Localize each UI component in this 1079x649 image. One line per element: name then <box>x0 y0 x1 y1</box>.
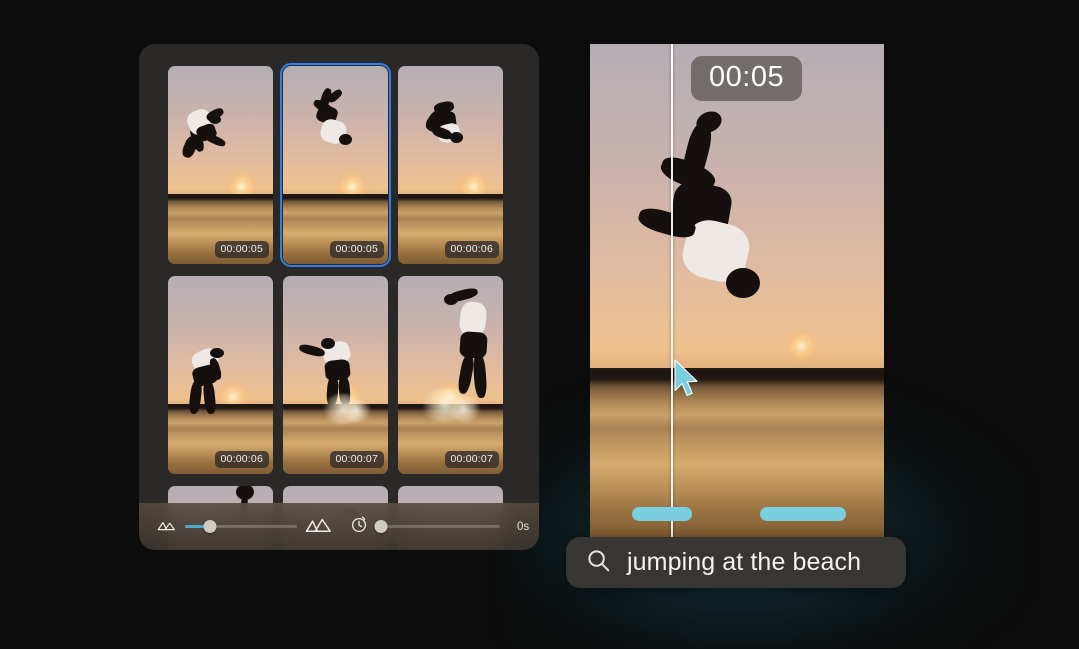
time-slider-group: 0s <box>350 515 529 538</box>
mountains-small-icon <box>157 518 177 536</box>
thumbnail-item[interactable]: 00:00:06 <box>168 276 273 474</box>
thumbnail-timestamp: 00:00:06 <box>444 241 499 258</box>
frame-browser-panel: 00:00:05 00:00:05 00:00:06 00:00:06 00:0… <box>139 44 539 550</box>
time-slider-value: 0s <box>517 520 530 533</box>
thumbnail-timestamp: 00:00:05 <box>329 241 384 258</box>
thumbnail-timestamp: 00:00:07 <box>444 451 499 468</box>
zoom-slider[interactable] <box>185 520 297 534</box>
search-bar[interactable]: jumping at the beach <box>566 537 906 588</box>
time-slider-knob[interactable] <box>374 520 388 533</box>
clip-segment-2[interactable] <box>760 507 846 521</box>
playhead[interactable] <box>671 44 673 539</box>
thumbnail-item[interactable]: 00:00:06 <box>398 66 503 264</box>
thumbnail-item[interactable]: 00:00:05 <box>168 66 273 264</box>
thumbnail-grid: 00:00:05 00:00:05 00:00:06 00:00:06 00:0… <box>139 44 539 550</box>
video-preview[interactable]: 00:05 <box>590 44 884 539</box>
search-icon <box>586 548 611 578</box>
screen-root: 00:00:05 00:00:05 00:00:06 00:00:06 00:0… <box>0 0 1079 649</box>
mountains-large-icon <box>305 516 332 538</box>
search-input-value[interactable]: jumping at the beach <box>627 548 861 577</box>
zoom-slider-knob[interactable] <box>203 520 217 533</box>
time-slider[interactable] <box>374 520 500 534</box>
thumbnail-timestamp: 00:00:05 <box>214 241 269 258</box>
clip-segment-1[interactable] <box>632 507 692 521</box>
preview-time-badge: 00:05 <box>691 56 803 101</box>
time-slider-track <box>376 525 500 528</box>
thumbnail-item[interactable]: 00:00:07 <box>283 276 388 474</box>
stopwatch-icon <box>350 515 368 538</box>
thumbnail-timestamp: 00:00:07 <box>329 451 384 468</box>
thumbnail-item-selected[interactable]: 00:00:05 <box>280 63 391 267</box>
thumbnail-item[interactable]: 00:00:07 <box>398 276 503 474</box>
browser-toolbar: 0s <box>139 503 539 550</box>
zoom-slider-group <box>157 516 332 538</box>
thumbnail-timestamp: 00:00:06 <box>214 451 269 468</box>
